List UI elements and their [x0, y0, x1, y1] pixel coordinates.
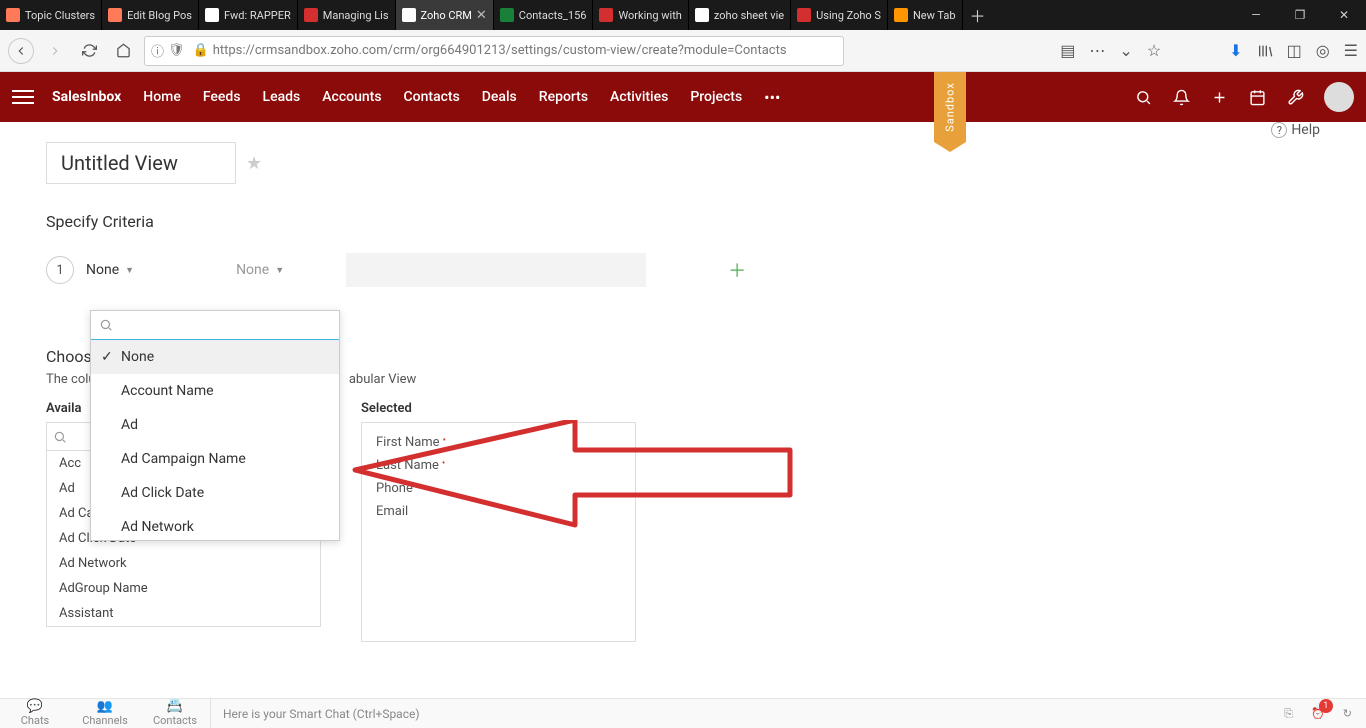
downloads-icon[interactable]: ⬇: [1229, 41, 1242, 60]
smart-chat-input[interactable]: Here is your Smart Chat (Ctrl+Space): [210, 699, 1284, 728]
help-link[interactable]: ?Help: [1271, 122, 1320, 138]
home-button[interactable]: [110, 38, 136, 64]
reload-button[interactable]: [76, 38, 102, 64]
browser-tab[interactable]: Fwd: RAPPER: [199, 0, 298, 30]
browser-tab[interactable]: Edit Blog Pos: [102, 0, 199, 30]
browser-tab[interactable]: Topic Clusters: [0, 0, 102, 30]
available-item[interactable]: Assistant: [47, 601, 320, 626]
criteria-value-input[interactable]: [346, 253, 646, 287]
bottom-bar: 💬Chats👥Channels📇Contacts Here is your Sm…: [0, 698, 1366, 728]
star-icon[interactable]: ☆: [1147, 41, 1161, 60]
dropdown-option[interactable]: Ad: [91, 408, 339, 442]
bottom-channels[interactable]: 👥Channels: [70, 700, 140, 726]
dropdown-option[interactable]: None: [91, 340, 339, 374]
browser-tab[interactable]: Using Zoho S: [791, 0, 888, 30]
shield-icon: 🛡: [168, 43, 185, 58]
selected-item[interactable]: Last Name: [362, 454, 635, 477]
nav-reports[interactable]: Reports: [539, 89, 588, 105]
bottom-chats[interactable]: 💬Chats: [0, 700, 70, 726]
browser-navbar: ⓘ 🛡 🔒 https://crmsandbox.zoho.com/crm/or…: [0, 30, 1366, 72]
chat-history-icon[interactable]: ↻: [1343, 707, 1352, 720]
criteria-field-dropdown[interactable]: None▼: [86, 262, 134, 278]
dropdown-option[interactable]: Account Name: [91, 374, 339, 408]
nav-accounts[interactable]: Accounts: [322, 89, 381, 105]
url-bar[interactable]: ⓘ 🛡 🔒 https://crmsandbox.zoho.com/crm/or…: [144, 36, 844, 66]
view-title-input[interactable]: Untitled View: [46, 142, 236, 184]
chat-alarm-icon[interactable]: ⏰: [1311, 707, 1325, 720]
nav-leads[interactable]: Leads: [263, 89, 301, 105]
nav-salesinbox[interactable]: SalesInbox: [52, 89, 121, 105]
field-dropdown-panel: NoneAccount NameAdAd Campaign NameAd Cli…: [90, 310, 340, 541]
browser-tab[interactable]: zoho sheet vie: [689, 0, 791, 30]
criteria-row: 1 None▼ None▼ ＋: [46, 253, 1320, 287]
extension-icon[interactable]: ◎: [1316, 41, 1330, 60]
browser-tab[interactable]: New Tab: [888, 0, 963, 30]
selected-list[interactable]: First NameLast NamePhoneEmail: [361, 422, 636, 642]
library-icon[interactable]: [1257, 43, 1273, 59]
forward-button[interactable]: [42, 38, 68, 64]
lock-icon: 🔒: [193, 43, 209, 58]
info-icon: ⓘ: [151, 41, 164, 60]
selected-item[interactable]: Phone: [362, 477, 635, 500]
browser-tab[interactable]: Zoho CRM✕: [396, 0, 494, 30]
tools-icon[interactable]: [1286, 88, 1304, 106]
nav-feeds[interactable]: Feeds: [203, 89, 241, 105]
browser-tab[interactable]: Contacts_156: [494, 0, 594, 30]
window-maximize[interactable]: ❐: [1278, 8, 1322, 22]
sidebar-icon[interactable]: ◫: [1287, 41, 1302, 60]
available-item[interactable]: Ad Network: [47, 551, 320, 576]
browser-tab[interactable]: Managing Lis: [298, 0, 396, 30]
search-icon[interactable]: [1134, 88, 1152, 106]
browser-tab[interactable]: Working with: [593, 0, 688, 30]
nav-activities[interactable]: Activities: [610, 89, 668, 105]
more-nav[interactable]: •••: [764, 88, 780, 107]
dropdown-option[interactable]: Ad Network: [91, 510, 339, 540]
more-icon[interactable]: ⋯: [1089, 41, 1105, 60]
add-criteria-button[interactable]: ＋: [728, 257, 746, 283]
menu-icon[interactable]: ☰: [1344, 41, 1358, 60]
window-minimize[interactable]: —: [1234, 8, 1278, 22]
add-icon[interactable]: [1210, 88, 1228, 106]
hamburger-menu[interactable]: [12, 90, 34, 104]
back-button[interactable]: [8, 38, 34, 64]
reader-icon[interactable]: ▤: [1060, 41, 1075, 60]
criteria-index: 1: [46, 256, 74, 284]
available-item[interactable]: AdGroup Name: [47, 576, 320, 601]
browser-tab-strip: Topic ClustersEdit Blog PosFwd: RAPPERMa…: [0, 0, 1366, 30]
selected-item[interactable]: Email: [362, 500, 635, 523]
favorite-star[interactable]: ★: [246, 153, 262, 174]
new-tab-button[interactable]: ＋: [963, 3, 993, 27]
nav-projects[interactable]: Projects: [690, 89, 742, 105]
criteria-heading: Specify Criteria: [46, 212, 1320, 231]
calendar-icon[interactable]: [1248, 88, 1266, 106]
avatar[interactable]: [1324, 82, 1354, 112]
url-text: https://crmsandbox.zoho.com/crm/org66490…: [213, 43, 787, 58]
chat-clip-icon[interactable]: ⎘: [1284, 707, 1293, 721]
nav-home[interactable]: Home: [143, 89, 181, 105]
dropdown-option[interactable]: Ad Click Date: [91, 476, 339, 510]
nav-deals[interactable]: Deals: [482, 89, 517, 105]
app-header: SalesInbox Home Feeds Leads Accounts Contacts…: [0, 72, 1366, 122]
dropdown-search[interactable]: [91, 311, 339, 340]
criteria-condition-dropdown[interactable]: None▼: [236, 262, 284, 278]
dropdown-option[interactable]: Ad Campaign Name: [91, 442, 339, 476]
pocket-icon[interactable]: ⌄: [1119, 41, 1132, 60]
nav-contacts[interactable]: Contacts: [404, 89, 460, 105]
selected-item[interactable]: First Name: [362, 431, 635, 454]
bell-icon[interactable]: [1172, 88, 1190, 106]
window-close[interactable]: ✕: [1322, 8, 1366, 22]
selected-label: Selected: [361, 401, 636, 416]
bottom-contacts[interactable]: 📇Contacts: [140, 700, 210, 726]
